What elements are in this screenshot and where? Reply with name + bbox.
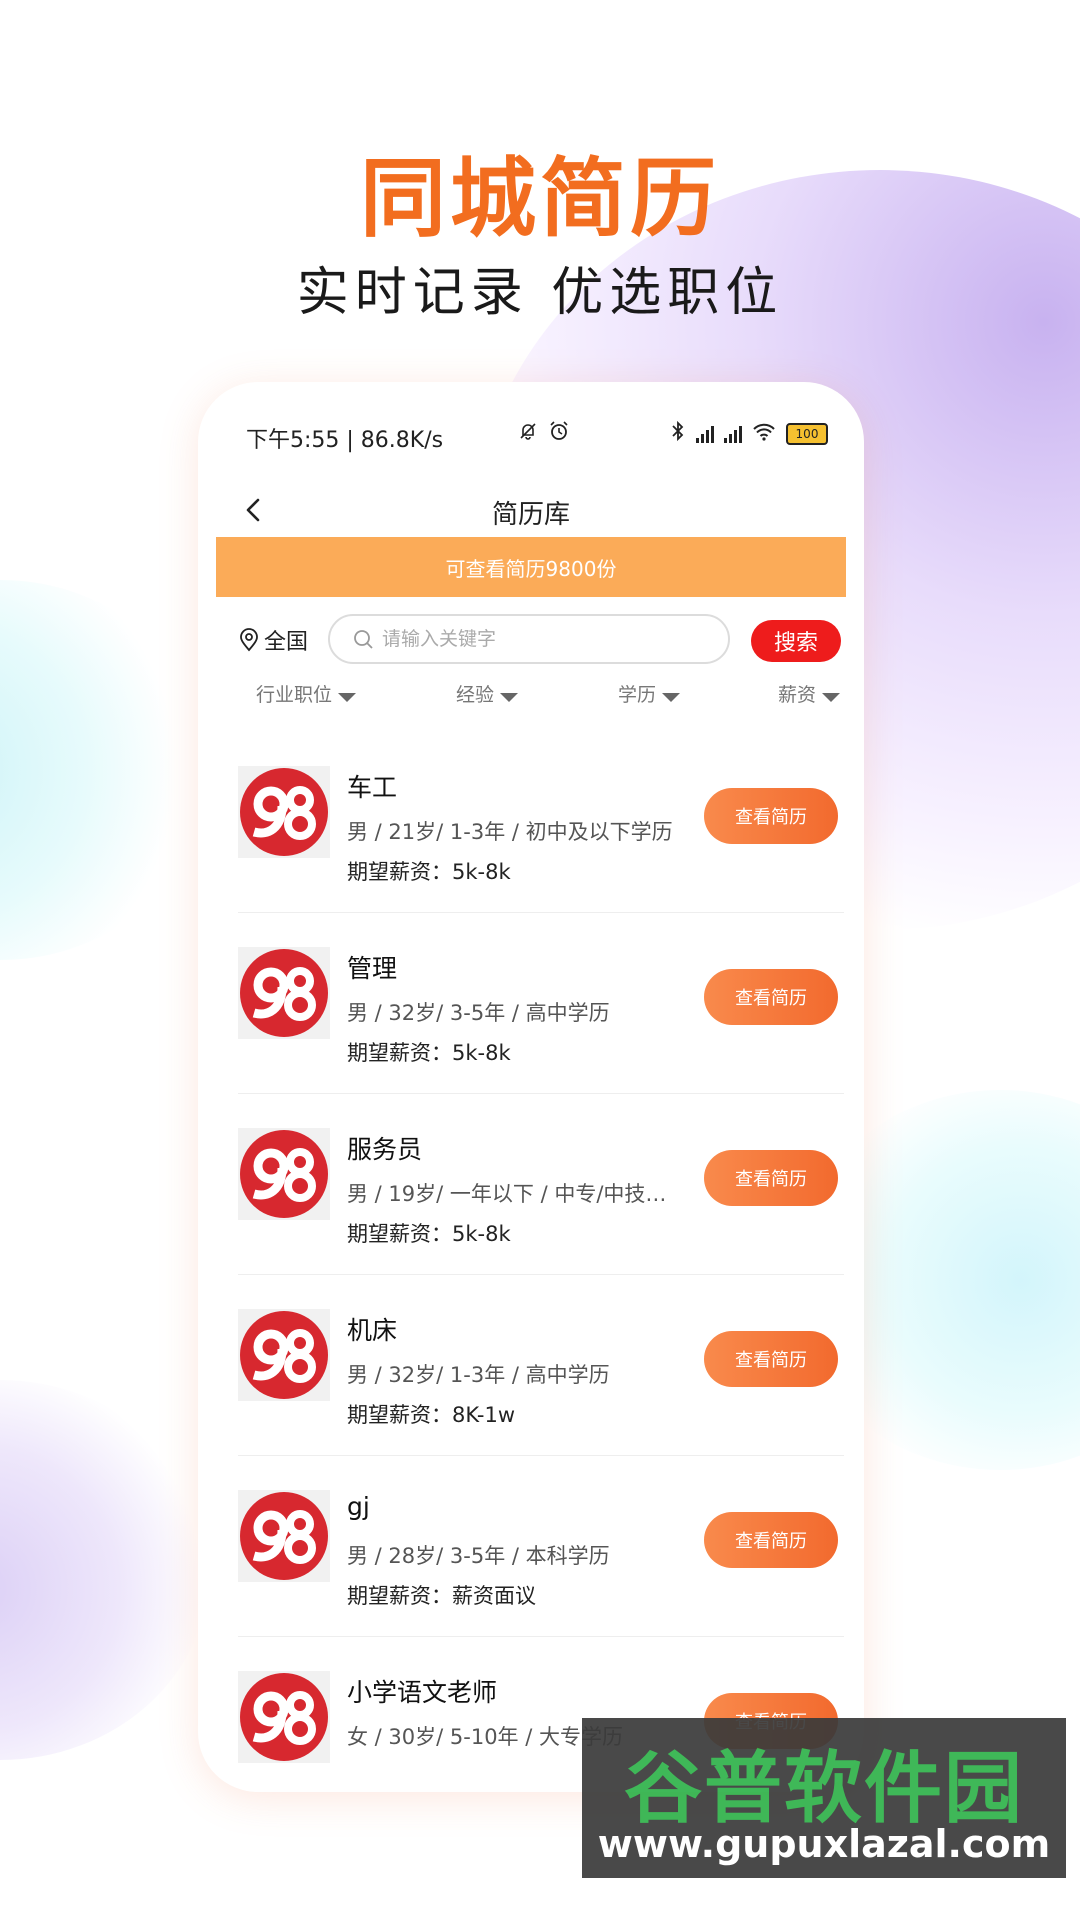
- status-bar: 下午5:55 | 86.8K/s 100: [198, 382, 864, 482]
- candidate-info: 男 / 28岁/ 3-5年 / 本科学历: [347, 1544, 610, 1568]
- search-input[interactable]: [380, 627, 714, 651]
- dropdown-arrow-icon: [500, 693, 519, 702]
- filter-bar: 行业职位 经验 学历 薪资: [198, 674, 864, 714]
- search-button[interactable]: 搜索: [751, 620, 841, 662]
- company-logo-icon: [240, 1130, 328, 1218]
- filter-label: 学历: [618, 684, 657, 706]
- avatar: [238, 1671, 330, 1763]
- status-icons: 100: [518, 420, 828, 447]
- promo-headline: 同城简历: [360, 149, 720, 249]
- company-logo-icon: [240, 768, 328, 856]
- avatar: [238, 1490, 330, 1582]
- dropdown-arrow-icon: [662, 693, 681, 702]
- decor-lavender-blob-left: [0, 1380, 210, 1760]
- view-resume-button[interactable]: 查看简历: [704, 969, 838, 1025]
- job-title: 车工: [347, 773, 398, 802]
- filter-industry[interactable]: 行业职位: [256, 680, 357, 707]
- dropdown-arrow-icon: [822, 693, 841, 702]
- avatar: [238, 766, 330, 858]
- expected-salary: 期望薪资：5k-8k: [347, 1222, 511, 1246]
- job-title: 管理: [347, 954, 398, 983]
- company-logo-icon: [240, 949, 328, 1037]
- job-title: gj: [347, 1492, 370, 1521]
- filter-salary[interactable]: 薪资: [778, 680, 841, 707]
- avatar: [238, 1128, 330, 1220]
- phone-screen: 下午5:55 | 86.8K/s 100 简历库 可查看简历9800份 全国 请…: [198, 382, 864, 1792]
- expected-salary: 期望薪资：5k-8k: [347, 1041, 511, 1065]
- view-resume-button[interactable]: 查看简历: [704, 788, 838, 844]
- resume-count-banner: 可查看简历9800份: [216, 537, 846, 597]
- list-item[interactable]: 车工 男 / 21岁/ 1-3年 / 初中及以下学历 期望薪资：5k-8k 查看…: [198, 732, 864, 913]
- job-title: 服务员: [347, 1135, 423, 1164]
- filter-education[interactable]: 学历: [618, 680, 681, 707]
- filter-experience[interactable]: 经验: [456, 680, 519, 707]
- company-logo-icon: [240, 1492, 328, 1580]
- dropdown-arrow-icon: [338, 693, 357, 702]
- view-resume-button[interactable]: 查看简历: [704, 1150, 838, 1206]
- resume-list: 车工 男 / 21岁/ 1-3年 / 初中及以下学历 期望薪资：5k-8k 查看…: [198, 732, 864, 1792]
- promo-subheadline: 实时记录 优选职位: [296, 263, 784, 323]
- search-box[interactable]: [328, 614, 730, 664]
- signal-hd-icon: [724, 425, 742, 443]
- search-row: 全国 搜索: [198, 610, 864, 670]
- list-item[interactable]: 服务员 男 / 19岁/ 一年以下 / 中专/中技… 期望薪资：5k-8k 查看…: [198, 1094, 864, 1275]
- view-resume-button[interactable]: 查看简历: [704, 1512, 838, 1568]
- filter-label: 薪资: [778, 684, 817, 706]
- company-logo-icon: [240, 1673, 328, 1761]
- site-watermark: 谷普软件园 www.gupuxlazal.com: [582, 1718, 1066, 1878]
- candidate-info: 男 / 32岁/ 3-5年 / 高中学历: [347, 1001, 610, 1025]
- candidate-info: 男 / 21岁/ 1-3年 / 初中及以下学历: [347, 820, 673, 844]
- candidate-info: 男 / 32岁/ 1-3年 / 高中学历: [347, 1363, 610, 1387]
- battery-icon: 100: [786, 422, 828, 445]
- watermark-url: www.gupuxlazal.com: [597, 1822, 1051, 1866]
- company-logo-icon: [240, 1311, 328, 1399]
- list-item[interactable]: 机床 男 / 32岁/ 1-3年 / 高中学历 期望薪资：8K-1w 查看简历: [198, 1275, 864, 1456]
- candidate-info: 男 / 19岁/ 一年以下 / 中专/中技…: [347, 1182, 667, 1206]
- list-item[interactable]: gj 男 / 28岁/ 3-5年 / 本科学历 期望薪资：薪资面议 查看简历: [198, 1456, 864, 1637]
- bluetooth-icon: [670, 420, 686, 447]
- view-resume-button[interactable]: 查看简历: [704, 1331, 838, 1387]
- mute-bell-icon: [518, 421, 538, 446]
- decor-cyan-blob-left: [0, 580, 210, 960]
- status-time: 下午5:55 | 86.8K/s: [246, 428, 444, 453]
- promo-page: 同城简历 实时记录 优选职位 下午5:55 | 86.8K/s 100 简历库 …: [0, 0, 1080, 1919]
- job-title: 小学语文老师: [347, 1678, 498, 1707]
- search-icon: [354, 630, 373, 649]
- list-item[interactable]: 管理 男 / 32岁/ 3-5年 / 高中学历 期望薪资：5k-8k 查看简历: [198, 913, 864, 1094]
- avatar: [238, 947, 330, 1039]
- expected-salary: 期望薪资：8K-1w: [347, 1403, 516, 1427]
- expected-salary: 期望薪资：薪资面议: [347, 1584, 536, 1608]
- job-title: 机床: [347, 1316, 398, 1345]
- region-selector[interactable]: 全国: [238, 624, 308, 656]
- region-label: 全国: [264, 630, 309, 655]
- expected-salary: 期望薪资：5k-8k: [347, 860, 511, 884]
- filter-label: 行业职位: [256, 684, 333, 706]
- avatar: [238, 1309, 330, 1401]
- wifi-icon: [752, 422, 776, 446]
- page-title: 简历库: [491, 500, 570, 530]
- signal-hd-icon: [696, 425, 714, 443]
- filter-label: 经验: [456, 684, 495, 706]
- alarm-icon: [548, 420, 570, 447]
- location-pin-icon: [240, 628, 258, 652]
